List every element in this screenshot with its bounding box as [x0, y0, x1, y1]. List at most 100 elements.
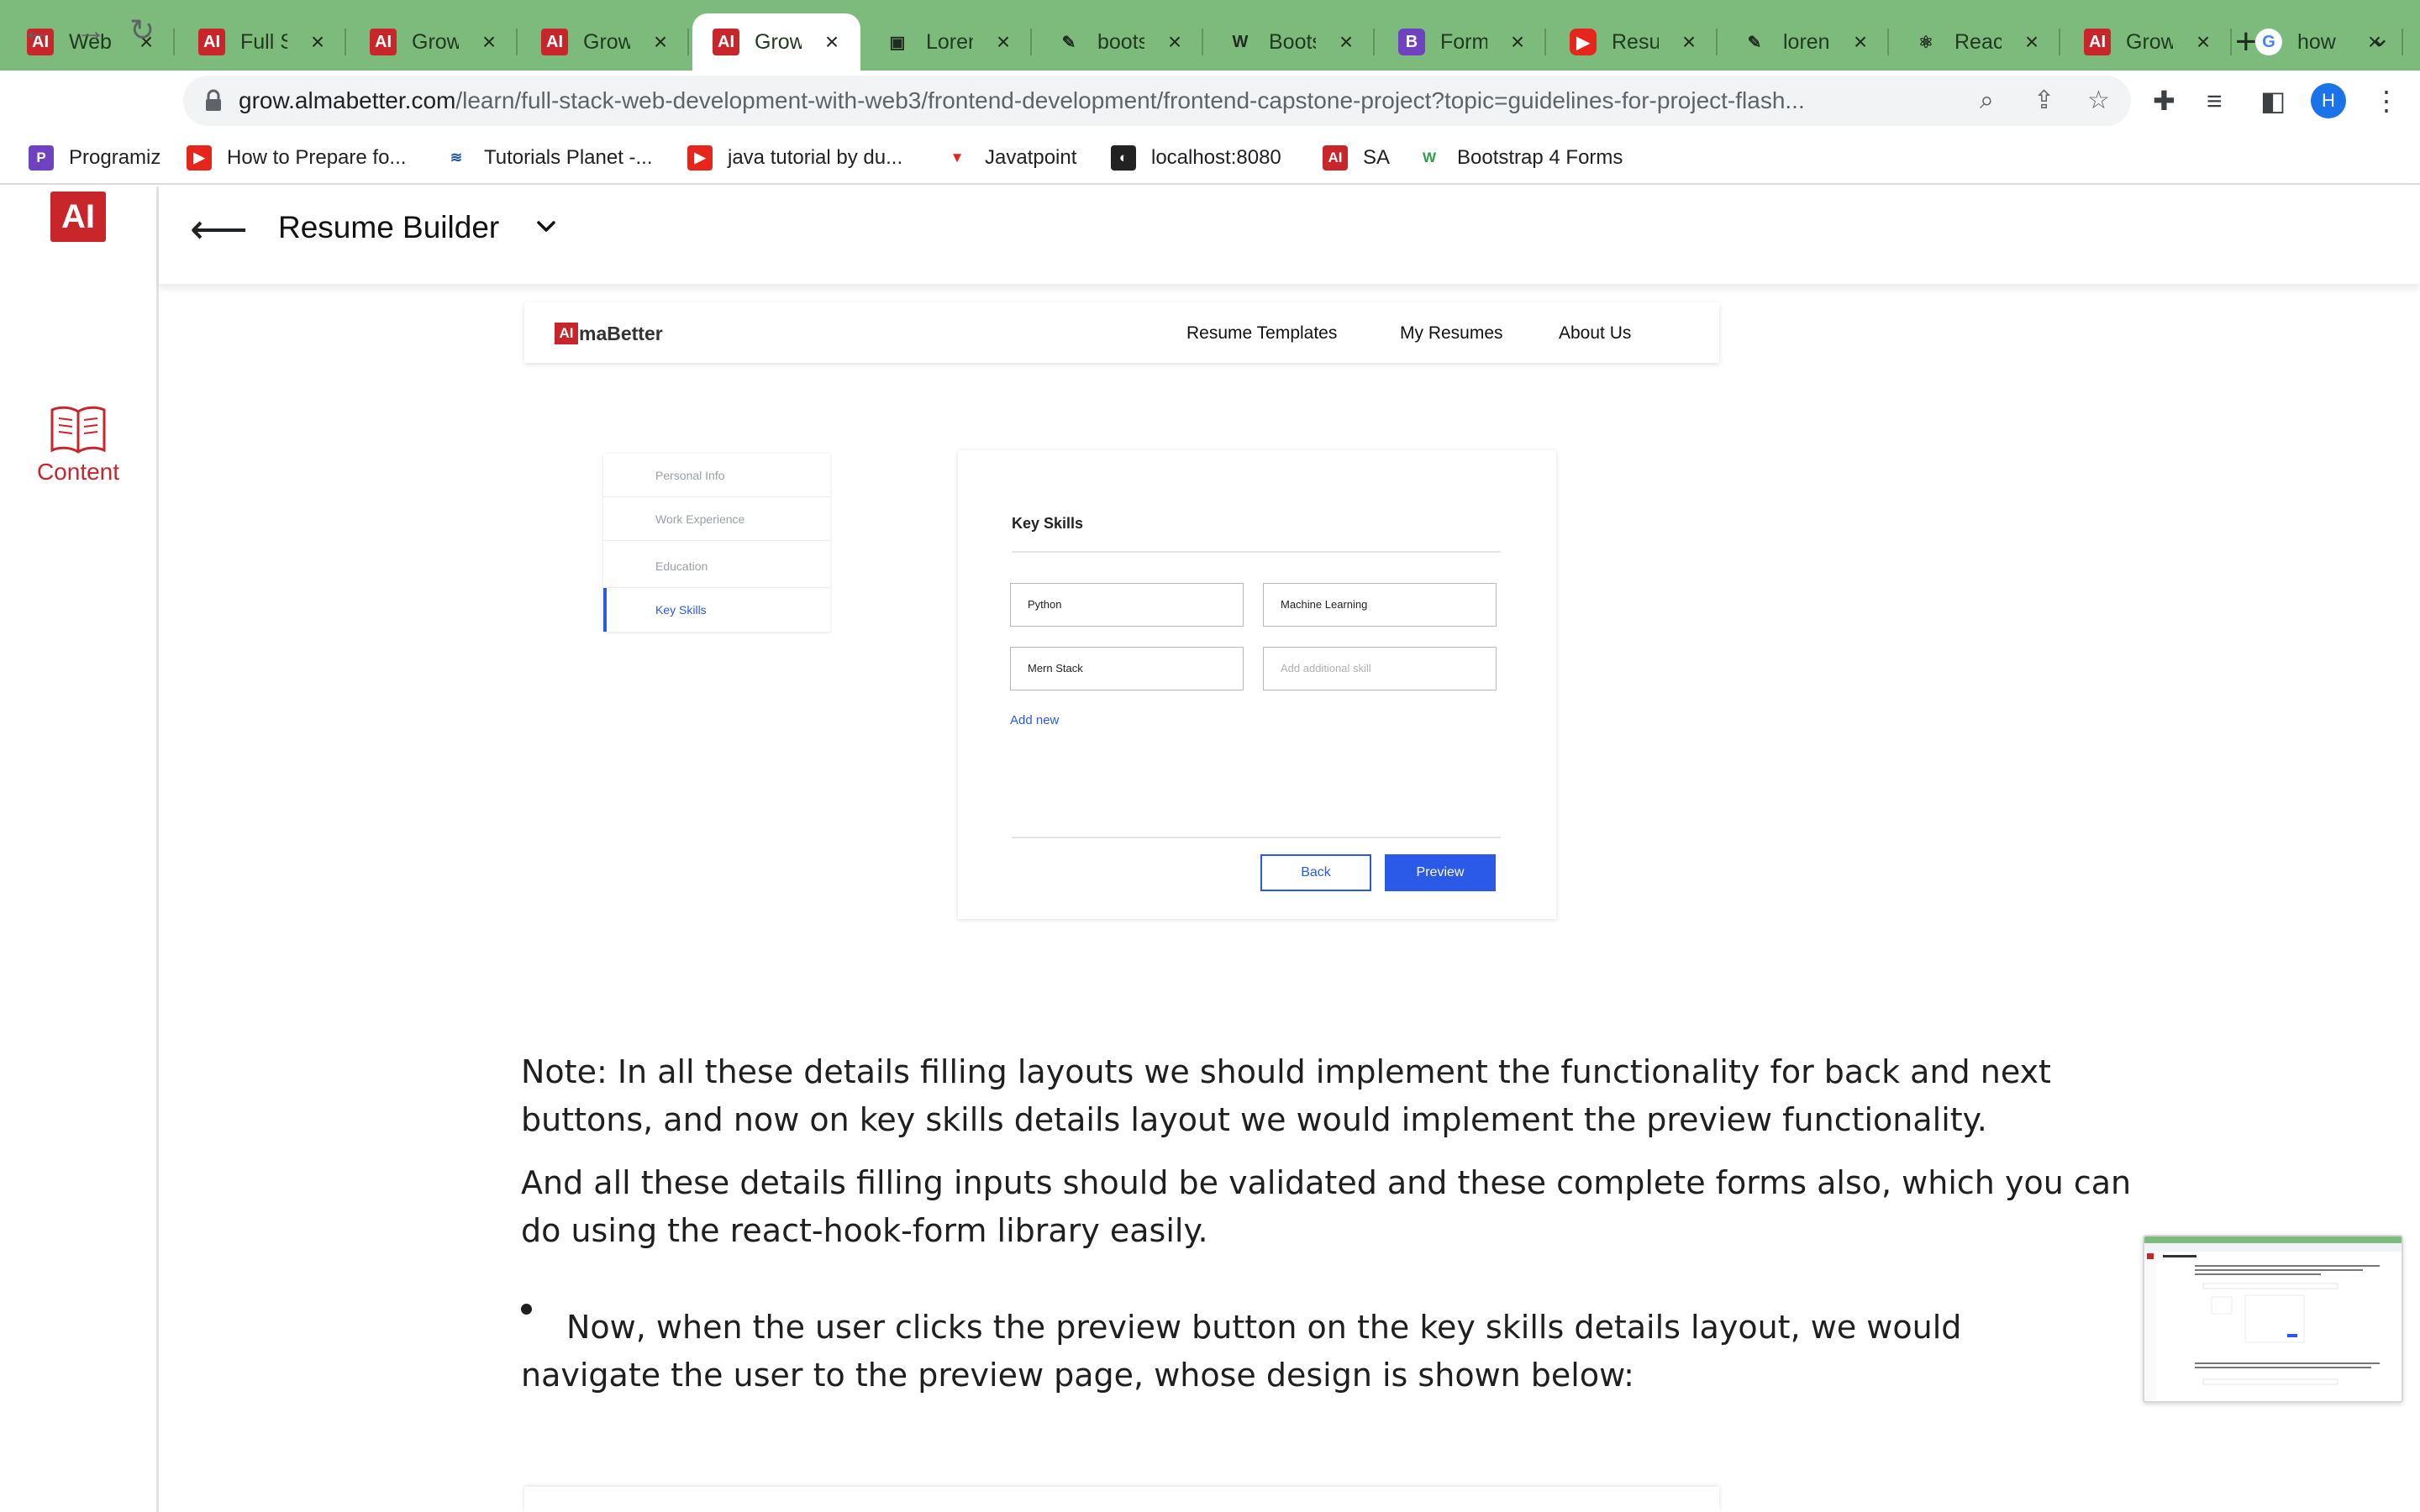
tab-separator [345, 29, 346, 55]
lock-icon[interactable] [198, 86, 229, 116]
mockup-step: Education [603, 544, 830, 588]
close-tab-icon[interactable]: × [308, 29, 328, 55]
mockup-skill-field: Mern Stack [1010, 647, 1244, 690]
almabetter-logo[interactable]: AI [50, 192, 106, 242]
bookmark-item[interactable]: AI SA [1323, 143, 1390, 173]
back-arrow-icon[interactable]: ⟵ [190, 205, 248, 255]
browser-tab[interactable]: AI Grow × [2064, 13, 2232, 71]
url-text[interactable]: grow.almabetter.com/learn/full-stack-web… [239, 84, 1805, 118]
browser-tab[interactable]: AI Grow × [350, 13, 518, 71]
browser-tab[interactable]: B Form × [1378, 13, 1546, 71]
close-tab-icon[interactable]: × [650, 29, 671, 55]
content-nav-label[interactable]: Content [17, 459, 139, 486]
tab-separator [173, 29, 175, 55]
mockup-add-new-link: Add new [1010, 713, 1060, 727]
profile-avatar[interactable]: H [2311, 83, 2346, 118]
bookmark-item[interactable]: ▶ java tutorial by du... [687, 143, 902, 173]
browser-tab[interactable]: AI Full S × [178, 13, 346, 71]
bookmark-label: SA [1363, 146, 1391, 169]
book-icon[interactable] [49, 403, 108, 457]
close-tab-icon[interactable]: × [1165, 29, 1185, 55]
zoom-icon[interactable]: ⌕ [1980, 84, 1994, 118]
browser-tab[interactable]: ⚛ Reac × [1892, 13, 2060, 71]
browser-tab[interactable]: ✎ boots × [1035, 13, 1203, 71]
tutorials-planet-icon: ≋ [450, 150, 463, 165]
browser-tab[interactable]: W Boots × [1207, 13, 1375, 71]
bookmark-item[interactable]: P Programiz [29, 143, 160, 173]
side-panel-icon[interactable]: ◧ [2260, 82, 2286, 119]
bookmark-item[interactable]: ▼ Javatpoint [944, 143, 1077, 173]
mockup-step-active: Key Skills [603, 588, 830, 632]
mockup-step: Work Experience [603, 497, 830, 541]
thumbnail-image [2144, 1236, 2402, 1401]
forward-nav-icon[interactable]: → [76, 13, 106, 47]
back-nav-icon[interactable]: ← [22, 13, 52, 47]
mockup-logo-text: maBetter [579, 323, 663, 344]
mockup-preview-button: Preview [1385, 854, 1496, 891]
browser-tab[interactable]: ✎ loren × [1721, 13, 1889, 71]
mockup-back-button: Back [1260, 854, 1371, 891]
tab-title: how [2297, 29, 2336, 54]
browser-menu-icon[interactable]: ⋮ [2373, 82, 2400, 119]
bookmark-item[interactable]: ◐ localhost:8080 [1111, 143, 1281, 173]
tab-separator [1544, 29, 1546, 55]
mockup-card-title: Key Skills [1012, 515, 1084, 532]
programiz-icon: P [29, 145, 54, 171]
bullet-paragraph: Now, when the user clicks the preview bu… [521, 1309, 1962, 1394]
tab-search-chevron-icon[interactable]: ⌄ [2370, 24, 2391, 53]
tab-separator [1716, 29, 1718, 55]
chevron-down-icon[interactable] [531, 212, 561, 242]
mockup-skill-placeholder: Add additional skill [1263, 647, 1497, 690]
page-title[interactable]: Resume Builder [278, 207, 499, 249]
react-icon: ⚛ [1918, 33, 1933, 52]
bookmark-item[interactable]: W Bootstrap 4 Forms [1417, 143, 1623, 173]
tab-separator [687, 29, 689, 55]
close-tab-icon[interactable]: × [1507, 29, 1528, 55]
mockup-skill-field: Python [1010, 583, 1244, 627]
tab-title: Loren [926, 29, 973, 54]
validation-paragraph: And all these details filling inputs sho… [521, 1164, 2132, 1249]
close-tab-icon[interactable]: × [1336, 29, 1356, 55]
bookmark-label: localhost:8080 [1151, 146, 1281, 169]
tab-title: Boots [1269, 29, 1316, 54]
close-tab-icon[interactable]: × [993, 29, 1013, 55]
browser-tab[interactable]: AI Grow × [692, 13, 860, 71]
google-icon: G [2255, 29, 2282, 55]
tab-title: boots [1097, 29, 1144, 54]
tab-separator [516, 29, 518, 55]
almabetter-icon: AI [713, 29, 739, 55]
bookmark-star-icon[interactable]: ☆ [2087, 84, 2110, 118]
mockup-nav-link: Resume Templates [1186, 323, 1338, 343]
new-tab-button[interactable]: + [2235, 20, 2257, 64]
bootstrap-icon: B [1398, 29, 1425, 55]
close-tab-icon[interactable]: × [1679, 29, 1699, 55]
pen-icon: ✎ [1747, 33, 1762, 52]
share-icon[interactable]: ⇪ [2033, 84, 2054, 118]
close-tab-icon[interactable]: × [2022, 29, 2042, 55]
mockup-divider [1012, 837, 1501, 838]
almabetter-icon: AI [198, 29, 225, 55]
tab-separator [1030, 29, 1032, 55]
close-tab-icon[interactable]: × [2193, 29, 2213, 55]
tab-title: Grow [2126, 29, 2173, 54]
youtube-icon: ▶ [187, 145, 212, 171]
browser-tab[interactable]: ▣ Loren × [864, 13, 1032, 71]
close-tab-icon[interactable]: × [1850, 29, 1870, 55]
preview-mockup-image [524, 1487, 1719, 1512]
mockup-nav-link: My Resumes [1400, 323, 1503, 343]
media-control-icon[interactable]: ≡ [2207, 82, 2223, 119]
left-sidebar [0, 186, 159, 1512]
bookmark-item[interactable]: ▶ How to Prepare fo... [187, 143, 406, 173]
pen-icon: ✎ [1061, 33, 1076, 52]
extensions-icon[interactable]: ✚ [2153, 82, 2175, 119]
close-tab-icon[interactable]: × [822, 29, 842, 55]
bookmark-label: Javatpoint [985, 146, 1077, 169]
bookmark-item[interactable]: ≋ Tutorials Planet -... [444, 143, 653, 173]
browser-tab[interactable]: AI Grow × [521, 13, 689, 71]
reload-icon[interactable]: ↻ [129, 13, 155, 47]
tab-separator [2059, 29, 2060, 55]
page-thumbnail-preview[interactable] [2143, 1235, 2403, 1403]
browser-tab[interactable]: ▶ Resu × [1549, 13, 1718, 71]
close-tab-icon[interactable]: × [479, 29, 499, 55]
javatpoint-icon: ▼ [950, 150, 965, 165]
